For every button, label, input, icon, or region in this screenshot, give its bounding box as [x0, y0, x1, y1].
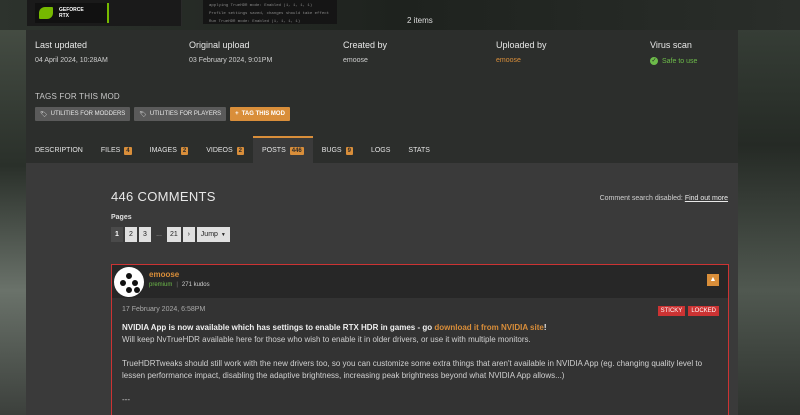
- collapse-comment-button[interactable]: ▲: [707, 274, 719, 286]
- tab-bugs[interactable]: BUGS 9: [313, 136, 362, 163]
- author-info: premium | 271 kudos: [149, 282, 210, 288]
- pages-label: Pages: [111, 214, 132, 221]
- locked-badge: LOCKED: [688, 306, 719, 316]
- divider-text: ---: [122, 395, 130, 404]
- original-upload-value: 03 February 2024, 9:01PM: [189, 57, 273, 64]
- logo-text-line2: RTX: [59, 13, 69, 19]
- check-icon: ✓: [650, 57, 658, 65]
- tab-description[interactable]: DESCRIPTION: [26, 136, 92, 163]
- created-by: Created by emoose: [343, 40, 387, 64]
- nvidia-logo: GEFORCE RTX: [35, 3, 109, 23]
- tab-count-badge: 9: [345, 146, 353, 155]
- comment-date: 17 February 2024, 6:58PM: [122, 306, 206, 313]
- virus-scan-status[interactable]: ✓ Safe to use: [650, 57, 697, 65]
- tag-icon: 🏷: [40, 111, 48, 118]
- last-updated: Last updated 04 April 2024, 10:28AM: [35, 40, 108, 64]
- nvidia-eye-icon: [39, 7, 53, 19]
- comment-search-note: Comment search disabled: Find out more: [599, 195, 728, 202]
- image-thumbnail-console[interactable]: applying TrueHDR mode: Enabled (1, 1, 1,…: [203, 0, 337, 24]
- comments-title: 446 COMMENTS: [111, 189, 216, 204]
- original-upload: Original upload 03 February 2024, 9:01PM: [189, 40, 272, 64]
- tab-videos[interactable]: VIDEOS 2: [197, 136, 253, 163]
- pagination: 1 2 3 ... 21 › Jump ▼: [111, 227, 230, 242]
- page-2[interactable]: 2: [125, 227, 137, 242]
- mod-meta-panel: Last updated 04 April 2024, 10:28AM Orig…: [26, 30, 738, 86]
- virus-scan: Virus scan ✓ Safe to use: [650, 40, 697, 65]
- tab-count-badge: 4: [124, 146, 132, 155]
- uploaded-by: Uploaded by emoose: [496, 40, 547, 64]
- plus-icon: +: [235, 111, 239, 117]
- created-by-value: emoose: [343, 57, 368, 64]
- tab-stats[interactable]: STATS: [399, 136, 439, 163]
- tag-icon: 🏷: [139, 111, 147, 118]
- comment-body: NVIDIA App is now available which has se…: [122, 323, 703, 404]
- tab-images[interactable]: IMAGES 2: [141, 136, 198, 163]
- sticky-comment: emoose premium | 271 kudos ▲ 17 February…: [111, 264, 729, 415]
- gallery-items-count: 2 items: [407, 16, 433, 25]
- comment-header: emoose premium | 271 kudos ▲: [112, 265, 728, 298]
- last-updated-value: 04 April 2024, 10:28AM: [35, 57, 108, 64]
- tab-count-badge: 2: [236, 146, 245, 155]
- tag-label: UTILITIES FOR MODDERS: [50, 111, 126, 117]
- author-role: premium: [149, 282, 173, 288]
- tags-row: 🏷 UTILITIES FOR MODDERS 🏷 UTILITIES FOR …: [35, 107, 729, 121]
- tag-utilities-for-modders[interactable]: 🏷 UTILITIES FOR MODDERS: [35, 107, 131, 121]
- tab-logs[interactable]: LOGS: [362, 136, 399, 163]
- avatar[interactable]: [114, 267, 144, 297]
- tab-count-badge: 2: [180, 146, 189, 155]
- image-thumbnail-geforce[interactable]: GEFORCE RTX: [27, 0, 182, 26]
- page-21[interactable]: 21: [167, 227, 181, 242]
- author-kudos: 271 kudos: [181, 282, 210, 288]
- jump-dropdown[interactable]: Jump ▼: [196, 227, 230, 242]
- virus-scan-label: Virus scan: [650, 40, 692, 50]
- tab-count-badge: 446: [289, 146, 304, 155]
- tag-this-mod-button[interactable]: + TAG THIS MOD: [230, 107, 290, 121]
- virus-scan-value: Safe to use: [662, 57, 698, 65]
- chevron-up-icon: ▲: [709, 276, 717, 283]
- tags-panel: TAGS FOR THIS MOD 🏷 UTILITIES FOR MODDER…: [26, 86, 738, 136]
- created-by-label: Created by: [343, 40, 388, 50]
- chevron-down-icon: ▼: [220, 231, 226, 238]
- tab-files[interactable]: FILES 4: [92, 136, 141, 163]
- sticky-badge: STICKY: [657, 306, 686, 316]
- comment-author[interactable]: emoose: [149, 270, 179, 279]
- page-3[interactable]: 3: [139, 227, 151, 242]
- uploaded-by-label: Uploaded by: [496, 40, 547, 50]
- console-line: applying TrueHDR mode: Enabled (1, 1, 1,…: [209, 4, 313, 8]
- console-line: Profile settings saved, changes should t…: [209, 12, 331, 16]
- tag-label: UTILITIES FOR PLAYERS: [149, 111, 222, 117]
- page-ellipsis: ...: [156, 231, 162, 238]
- next-page-button[interactable]: ›: [182, 227, 195, 242]
- find-out-more-link[interactable]: Find out more: [685, 195, 728, 202]
- uploader-link[interactable]: emoose: [496, 57, 547, 64]
- background-scenery-left: [0, 0, 26, 415]
- tag-this-mod-label: TAG THIS MOD: [241, 111, 285, 117]
- mod-tabs: DESCRIPTION FILES 4 IMAGES 2 VIDEOS 2 POSTS…: [26, 136, 738, 163]
- tags-title: TAGS FOR THIS MOD: [35, 92, 120, 101]
- comment-flags: STICKY LOCKED: [657, 306, 719, 316]
- tab-posts[interactable]: POSTS 446: [253, 136, 313, 163]
- original-upload-label: Original upload: [189, 40, 250, 50]
- tag-utilities-for-players[interactable]: 🏷 UTILITIES FOR PLAYERS: [134, 107, 227, 121]
- page-1[interactable]: 1: [111, 227, 123, 242]
- download-nvidia-link[interactable]: download it from NVIDIA site: [434, 323, 543, 332]
- last-updated-label: Last updated: [35, 40, 88, 50]
- posts-content: 446 COMMENTS Comment search disabled: Fi…: [26, 163, 738, 415]
- background-scenery-right: [738, 0, 800, 415]
- console-line: Run TrueHDR mode: Enabled (1, 1, 1, 1): [209, 20, 301, 24]
